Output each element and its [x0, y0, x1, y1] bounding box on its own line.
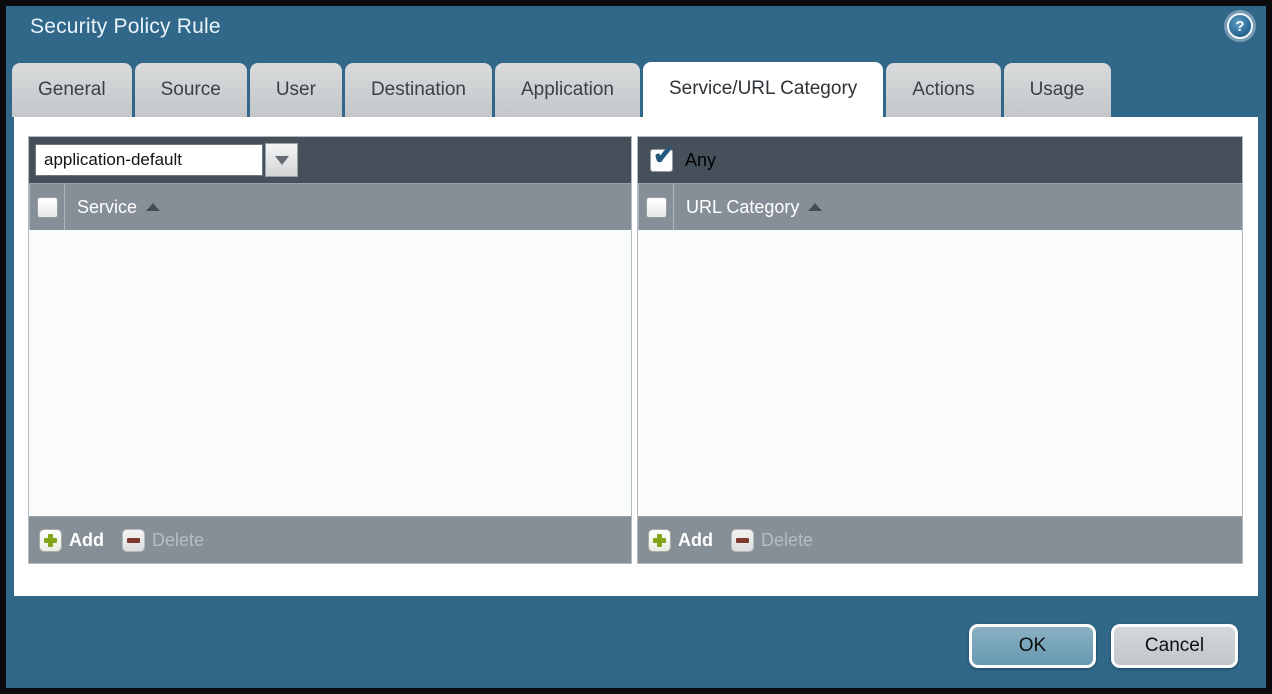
service-column-header: Service: [77, 197, 137, 218]
url-select-all-cell: [638, 184, 674, 230]
add-icon: [39, 529, 62, 552]
url-category-footer: Add Delete: [638, 516, 1242, 563]
tab-bar: General Source User Destination Applicat…: [12, 63, 1111, 117]
cancel-button[interactable]: Cancel: [1111, 624, 1238, 668]
tab-usage[interactable]: Usage: [1004, 63, 1111, 117]
add-button-label: Add: [678, 530, 713, 551]
tab-content: Service Add Delete ✔ Any: [14, 117, 1258, 596]
service-select-all-checkbox[interactable]: [37, 197, 58, 218]
checkmark-icon: ✔: [653, 142, 675, 168]
url-category-table-body: [638, 230, 1242, 516]
url-delete-button: Delete: [731, 529, 813, 552]
url-category-table-header[interactable]: URL Category: [638, 183, 1242, 230]
sort-asc-icon: [146, 203, 160, 211]
add-button-label: Add: [69, 530, 104, 551]
service-table-body: [29, 230, 631, 516]
service-select-all-cell: [29, 184, 65, 230]
service-type-toolbar: [29, 137, 631, 183]
sort-asc-icon: [808, 203, 822, 211]
help-icon[interactable]: ?: [1227, 13, 1253, 39]
tab-user[interactable]: User: [250, 63, 342, 117]
delete-icon: [122, 529, 145, 552]
service-delete-button: Delete: [122, 529, 204, 552]
tab-destination[interactable]: Destination: [345, 63, 492, 117]
ok-button[interactable]: OK: [969, 624, 1096, 668]
any-label: Any: [685, 150, 716, 171]
url-category-column-header: URL Category: [686, 197, 799, 218]
service-add-button[interactable]: Add: [39, 529, 104, 552]
service-type-dropdown-button[interactable]: [265, 143, 298, 177]
service-footer: Add Delete: [29, 516, 631, 563]
delete-button-label: Delete: [152, 530, 204, 551]
tab-service-url-category[interactable]: Service/URL Category: [643, 62, 883, 117]
dialog-title: Security Policy Rule: [30, 15, 221, 39]
chevron-down-icon: [275, 156, 289, 165]
service-type-input[interactable]: [35, 144, 263, 176]
delete-icon: [731, 529, 754, 552]
tab-source[interactable]: Source: [135, 63, 247, 117]
url-category-panel: ✔ Any URL Category Add Delete: [637, 136, 1243, 564]
add-icon: [648, 529, 671, 552]
service-table-header[interactable]: Service: [29, 183, 631, 230]
tab-actions[interactable]: Actions: [886, 63, 1000, 117]
service-panel: Service Add Delete: [28, 136, 632, 564]
delete-button-label: Delete: [761, 530, 813, 551]
url-select-all-checkbox[interactable]: [646, 197, 667, 218]
security-policy-rule-dialog: Security Policy Rule ? General Source Us…: [6, 6, 1266, 688]
tab-general[interactable]: General: [12, 63, 132, 117]
any-checkbox[interactable]: ✔: [650, 149, 673, 172]
url-add-button[interactable]: Add: [648, 529, 713, 552]
tab-application[interactable]: Application: [495, 63, 640, 117]
url-any-toolbar: ✔ Any: [638, 137, 1242, 183]
dialog-buttons: OK Cancel: [969, 624, 1238, 668]
